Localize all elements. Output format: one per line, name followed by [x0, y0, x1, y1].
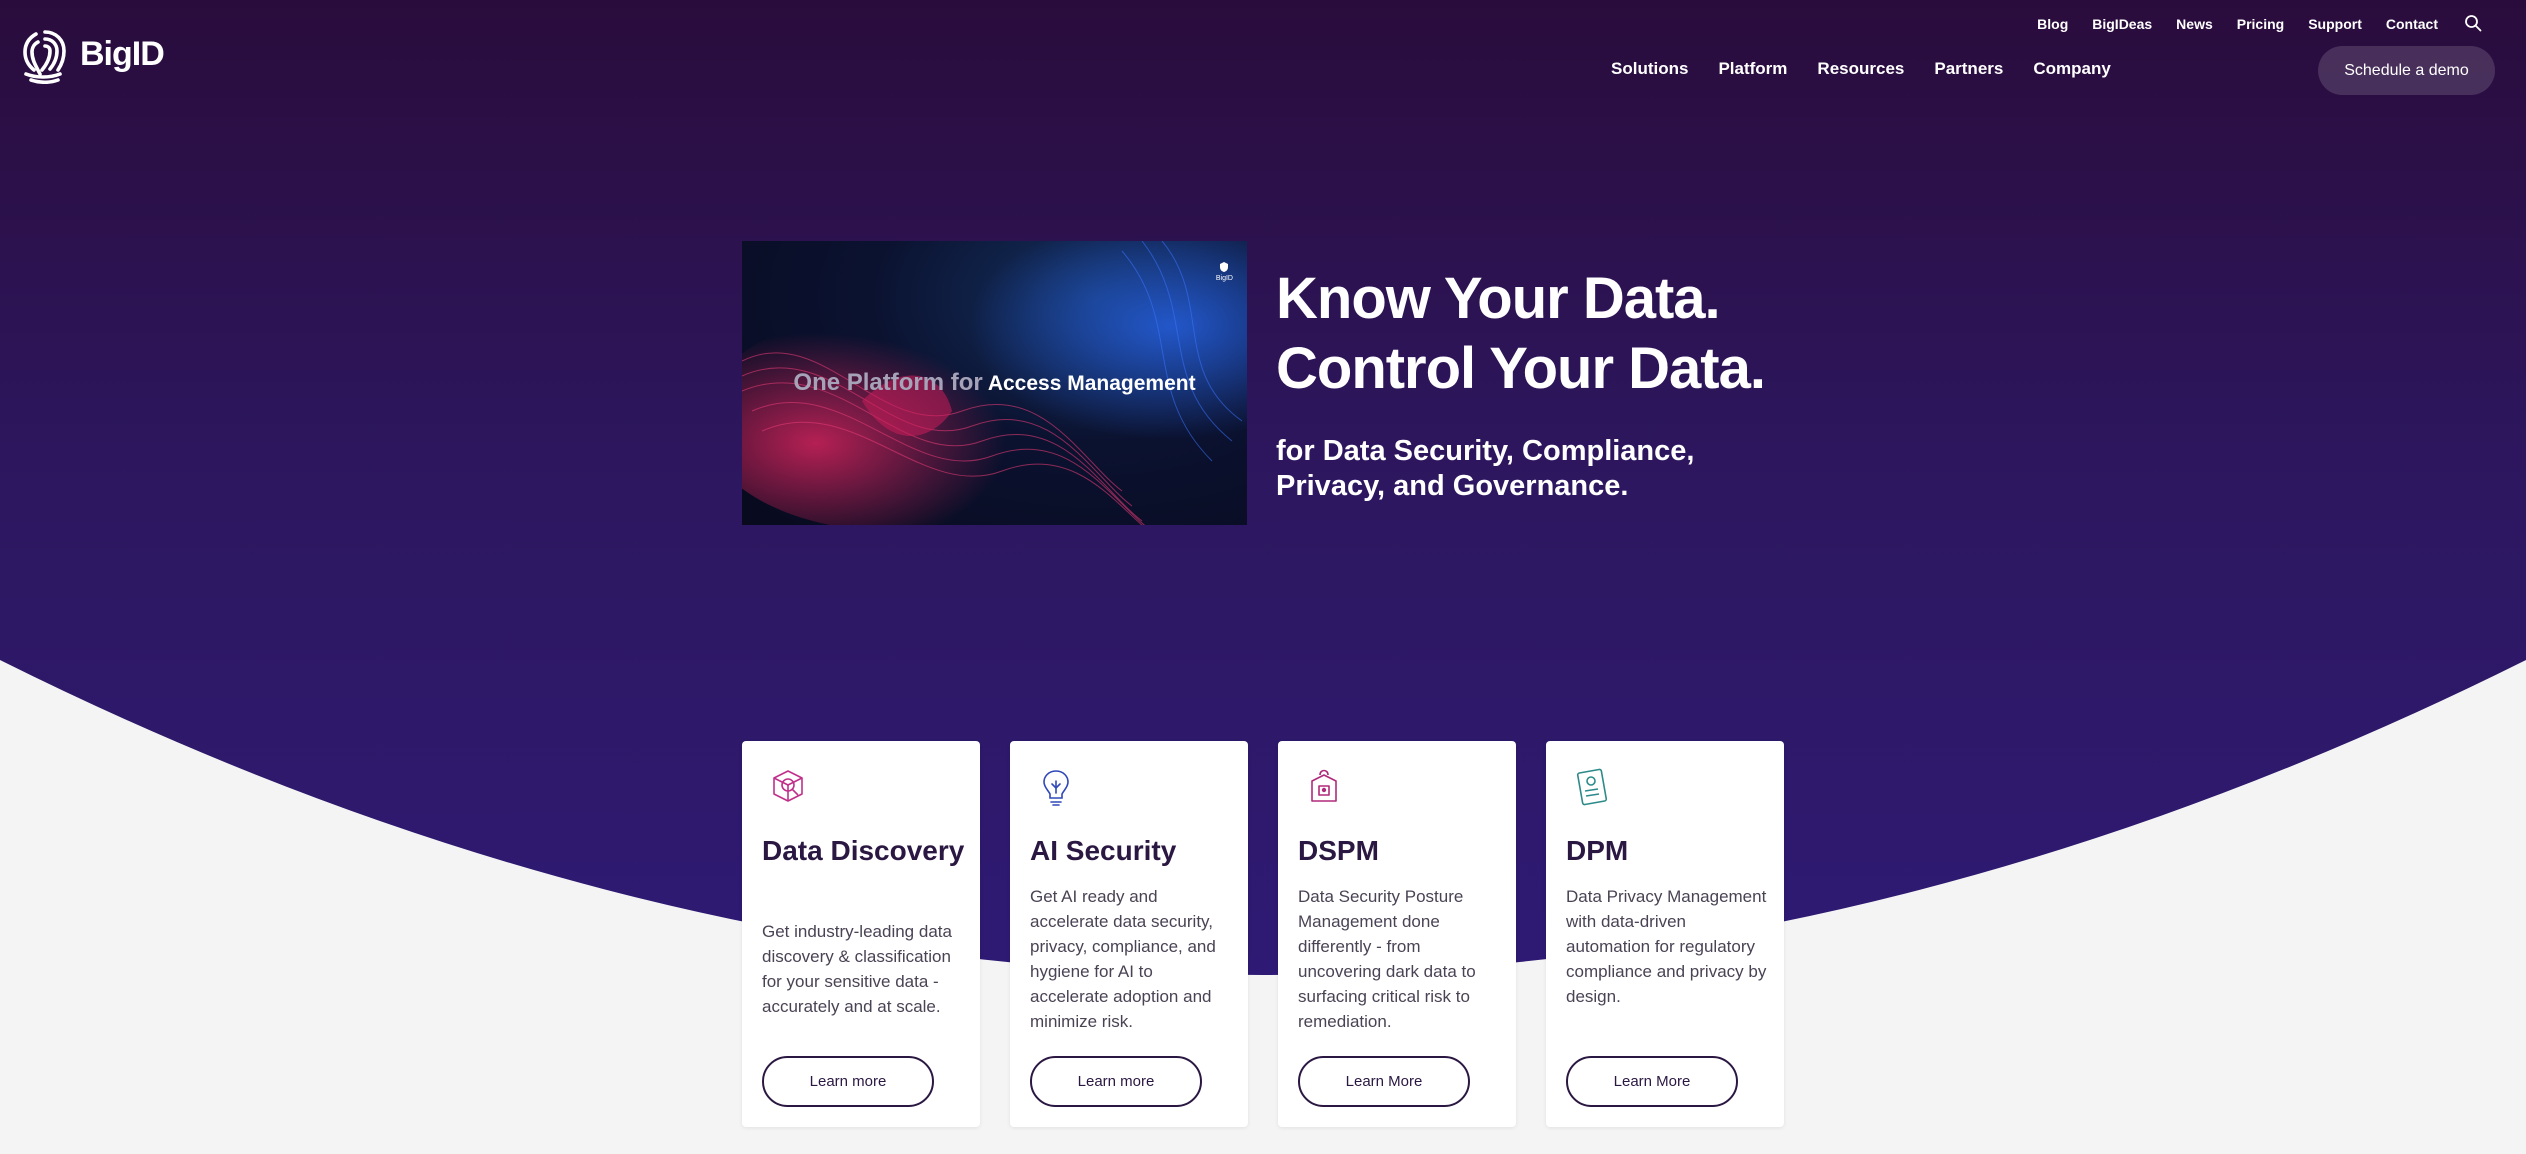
- id-card-icon: [1576, 768, 1608, 806]
- learn-more-button[interactable]: Learn more: [762, 1056, 934, 1107]
- learn-more-button[interactable]: Learn More: [1298, 1056, 1470, 1107]
- card-dpm: DPM Data Privacy Management with data-dr…: [1546, 741, 1784, 1127]
- card-title: AI Security: [1030, 835, 1177, 866]
- solution-cards: Data Discovery Get industry-leading data…: [742, 741, 1784, 1127]
- card-description: Data Privacy Management with data-driven…: [1566, 887, 1767, 1006]
- video-caption: One Platform for Access Management: [742, 369, 1247, 397]
- card-description: Get AI ready and accelerate data securit…: [1030, 887, 1216, 1031]
- brand-name: BigID: [80, 34, 165, 73]
- learn-more-button[interactable]: Learn more: [1030, 1056, 1202, 1107]
- brand-logo[interactable]: BigID: [16, 24, 165, 84]
- util-nav-pricing[interactable]: Pricing: [2237, 16, 2284, 32]
- fingerprint-icon: [23, 30, 66, 84]
- learn-more-button[interactable]: Learn More: [1566, 1056, 1738, 1107]
- video-caption-highlight: Access Management: [987, 372, 1196, 395]
- util-nav-blog[interactable]: Blog: [2037, 16, 2068, 32]
- lightbulb-icon: [1043, 770, 1069, 806]
- lock-box-icon: [1311, 769, 1337, 802]
- card-title: DPM: [1566, 835, 1629, 866]
- util-nav-news[interactable]: News: [2176, 16, 2213, 32]
- nav-resources[interactable]: Resources: [1817, 59, 1904, 79]
- card-ai-security: AI Security Get AI ready and accelerate …: [1010, 741, 1248, 1127]
- card-title: Data Discovery: [762, 835, 965, 866]
- card-description: Get industry-leading data discovery & cl…: [762, 922, 952, 1016]
- card-dspm: DSPM Data Security Posture Management do…: [1278, 741, 1516, 1127]
- shield-icon: [1220, 262, 1229, 272]
- nav-platform[interactable]: Platform: [1718, 59, 1787, 79]
- cube-icon: [773, 770, 803, 802]
- hero-video[interactable]: One Platform for Access Management BigID: [742, 241, 1247, 525]
- hero-title-line1: Know Your Data.: [1276, 266, 1721, 331]
- card-title: DSPM: [1298, 835, 1379, 866]
- hero-title: Know Your Data. Control Your Data.: [1276, 264, 1766, 404]
- main-nav: Solutions Platform Resources Partners Co…: [1611, 59, 2141, 79]
- card-data-discovery: Data Discovery Get industry-leading data…: [742, 741, 980, 1127]
- nav-solutions[interactable]: Solutions: [1611, 59, 1688, 79]
- util-nav-bigideas[interactable]: BigIDeas: [2092, 16, 2152, 32]
- utility-nav: Blog BigIDeas News Pricing Support Conta…: [2013, 14, 2484, 34]
- hero-subtitle: for Data Security, Compliance, Privacy, …: [1276, 435, 1695, 502]
- search-icon[interactable]: [2464, 14, 2484, 34]
- card-description: Data Security Posture Management done di…: [1298, 887, 1476, 1031]
- schedule-demo-button[interactable]: Schedule a demo: [2318, 46, 2495, 95]
- util-nav-support[interactable]: Support: [2308, 16, 2362, 32]
- hero-title-line2: Control Your Data.: [1276, 336, 1766, 401]
- video-watermark-logo: BigID: [1216, 261, 1233, 282]
- video-logo-text: BigID: [1215, 275, 1233, 282]
- video-caption-prefix: One Platform for: [793, 369, 983, 396]
- nav-company[interactable]: Company: [2033, 59, 2110, 79]
- util-nav-contact[interactable]: Contact: [2386, 16, 2438, 32]
- nav-partners[interactable]: Partners: [1934, 59, 2003, 79]
